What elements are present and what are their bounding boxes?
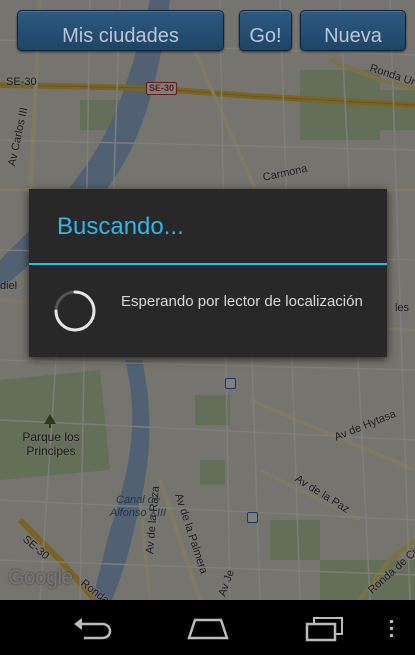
- loading-spinner-icon: [54, 290, 96, 332]
- recent-apps-icon[interactable]: [302, 614, 346, 642]
- progress-dialog: Buscando... Esperando por lector de loca…: [29, 189, 387, 357]
- dialog-title: Buscando...: [57, 213, 184, 240]
- screen: SE-30 SE-30 Av Carlos III Ronda Ur Carmo…: [0, 0, 415, 655]
- new-button[interactable]: Nueva: [300, 10, 406, 51]
- overflow-menu-icon[interactable]: [386, 614, 398, 642]
- my-cities-button[interactable]: Mis ciudades: [17, 10, 224, 51]
- navigation-bar: [0, 600, 415, 655]
- home-icon[interactable]: [186, 614, 230, 642]
- dialog-divider: [29, 263, 387, 265]
- dialog-message: Esperando por lector de localización: [121, 293, 363, 310]
- back-icon[interactable]: [70, 614, 114, 642]
- go-button[interactable]: Go!: [239, 10, 292, 51]
